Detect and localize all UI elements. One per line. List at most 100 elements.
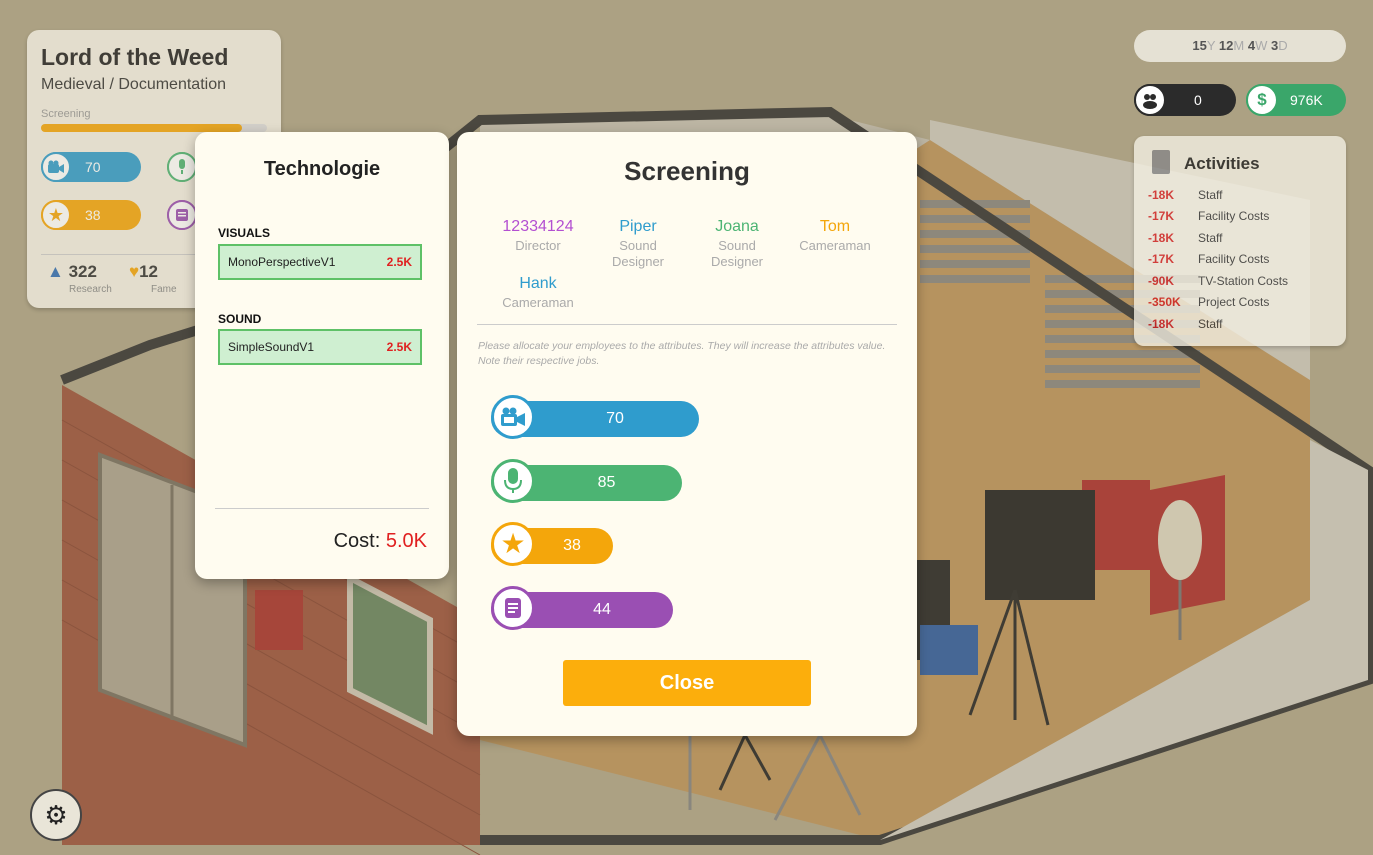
money-counter[interactable]: $ 976K — [1246, 84, 1346, 116]
employee-card[interactable]: Tom Cameraman — [780, 218, 890, 254]
fame-label: Fame — [151, 284, 177, 295]
visuals-category-label: VISUALS — [218, 226, 271, 240]
activity-row: -18K Staff — [1148, 188, 1222, 208]
microphone-icon — [167, 152, 197, 182]
activity-label: Staff — [1198, 188, 1223, 202]
phase-label: Screening — [41, 108, 91, 120]
mini-sound-pill — [167, 152, 197, 182]
camera-icon — [41, 152, 71, 182]
employee-name: Hank — [519, 275, 557, 292]
date-years: 15 — [1192, 38, 1207, 53]
clipboard-icon — [1152, 150, 1170, 174]
screening-title: Screening — [624, 156, 750, 186]
heart-icon: ♥ — [129, 262, 140, 281]
money-value: 976K — [1290, 92, 1323, 108]
mini-book-pill — [167, 200, 197, 230]
sound-attribute-bar[interactable]: 85 — [491, 459, 682, 503]
sound-tech-price: 2.5K — [386, 340, 412, 354]
date-display: 15Y 12M 4W 3D — [1134, 30, 1346, 62]
employee-job: Cameraman — [799, 238, 871, 253]
screening-divider — [477, 324, 897, 325]
close-button[interactable]: Close — [563, 660, 811, 706]
activity-amount: -350K — [1148, 295, 1181, 309]
fans-icon — [1134, 84, 1166, 116]
activity-amount: -17K — [1148, 209, 1175, 223]
date-w-unit: W — [1255, 38, 1268, 53]
settings-button[interactable]: ⚙ — [30, 789, 82, 841]
activity-amount: -18K — [1148, 188, 1175, 202]
visuals-attribute-bar[interactable]: 70 — [491, 395, 699, 439]
technologie-cost: Cost: 5.0K — [334, 530, 427, 553]
research-label: Research — [69, 284, 112, 295]
employee-card[interactable]: Hank Cameraman — [483, 275, 593, 311]
date-m-unit: M — [1233, 38, 1245, 53]
technologie-divider — [215, 508, 429, 509]
mini-visuals-value: 70 — [85, 159, 101, 175]
activity-row: -17K Facility Costs — [1148, 252, 1269, 272]
employee-name: Tom — [819, 218, 851, 235]
activity-row: -90K TV-Station Costs — [1148, 274, 1288, 294]
activity-label: Project Costs — [1198, 295, 1270, 309]
visuals-tech-name: MonoPerspectiveV1 — [228, 255, 336, 269]
screening-dialog: Screening 12334124 Director Piper Sound … — [457, 132, 917, 736]
activity-amount: -18K — [1148, 317, 1175, 331]
date-d-unit: D — [1278, 38, 1288, 53]
visuals-attribute-value: 70 — [606, 410, 624, 427]
activity-label: Staff — [1198, 231, 1223, 245]
sound-category-label: SOUND — [218, 312, 262, 326]
star-icon: ★ — [41, 200, 71, 230]
date-y-unit: Y — [1206, 38, 1216, 53]
employee-job: Sound Designer — [611, 238, 665, 269]
fame-stat: ♥12 — [129, 262, 158, 282]
research-value: 322 — [68, 262, 97, 281]
dollar-icon: $ — [1246, 84, 1278, 116]
employee-job: Cameraman — [502, 295, 574, 310]
activity-row: -18K Staff — [1148, 231, 1222, 251]
employee-card[interactable]: 12334124 Director — [483, 218, 593, 254]
activity-amount: -17K — [1148, 252, 1175, 266]
activity-label: TV-Station Costs — [1198, 274, 1289, 288]
employee-job: Director — [515, 238, 561, 253]
star-attribute-value: 38 — [563, 537, 581, 554]
cost-value: 5.0K — [385, 530, 427, 552]
gear-icon: ⚙ — [44, 799, 68, 830]
technologie-title: Technologie — [263, 158, 381, 180]
activity-row: -350K Project Costs — [1148, 295, 1269, 315]
activity-row: -18K Staff — [1148, 317, 1222, 337]
phase-progress-bar — [41, 124, 267, 132]
activity-label: Facility Costs — [1198, 209, 1270, 223]
sound-tech-item[interactable]: SimpleSoundV1 2.5K — [218, 329, 422, 365]
fans-counter[interactable]: 0 — [1134, 84, 1236, 116]
mini-visuals-pill: 70 — [41, 152, 141, 182]
employee-card[interactable]: Joana Sound Designer — [682, 218, 792, 270]
book-icon — [167, 200, 197, 230]
activity-row: -17K Facility Costs — [1148, 209, 1269, 229]
activity-amount: -90K — [1148, 274, 1175, 288]
sound-tech-name: SimpleSoundV1 — [228, 340, 315, 354]
book-attribute-value: 44 — [593, 601, 611, 618]
employee-card[interactable]: Piper Sound Designer — [583, 218, 693, 270]
fame-value: 12 — [139, 262, 159, 281]
mini-star-value: 38 — [85, 207, 101, 223]
project-title: Lord of the Weed — [41, 44, 229, 70]
screening-hint: Please allocate your employees to the at… — [478, 340, 886, 367]
technologie-dialog: Technologie VISUALS MonoPerspectiveV1 2.… — [195, 132, 449, 579]
visuals-tech-price: 2.5K — [386, 255, 412, 269]
mini-star-pill: ★ 38 — [41, 200, 141, 230]
book-attribute-bar[interactable]: 44 — [491, 586, 673, 630]
employee-job: Sound Designer — [710, 238, 764, 269]
cost-label: Cost: — [333, 530, 381, 552]
star-attribute-bar[interactable]: ★ 38 — [491, 522, 613, 566]
activities-panel: Activities -18K Staff -17K Facility Costs … — [1134, 136, 1346, 346]
activity-label: Staff — [1198, 317, 1223, 331]
flask-icon: ▲ — [47, 262, 64, 281]
research-stat: ▲ 322 — [47, 262, 97, 282]
employee-name: Piper — [619, 218, 657, 235]
activity-amount: -18K — [1148, 231, 1175, 245]
activity-label: Facility Costs — [1198, 252, 1270, 266]
visuals-tech-item[interactable]: MonoPerspectiveV1 2.5K — [218, 244, 422, 280]
employee-name: Joana — [715, 218, 759, 235]
date-months: 12 — [1218, 38, 1234, 53]
employee-name: 12334124 — [502, 218, 574, 235]
fans-value: 0 — [1194, 92, 1202, 108]
